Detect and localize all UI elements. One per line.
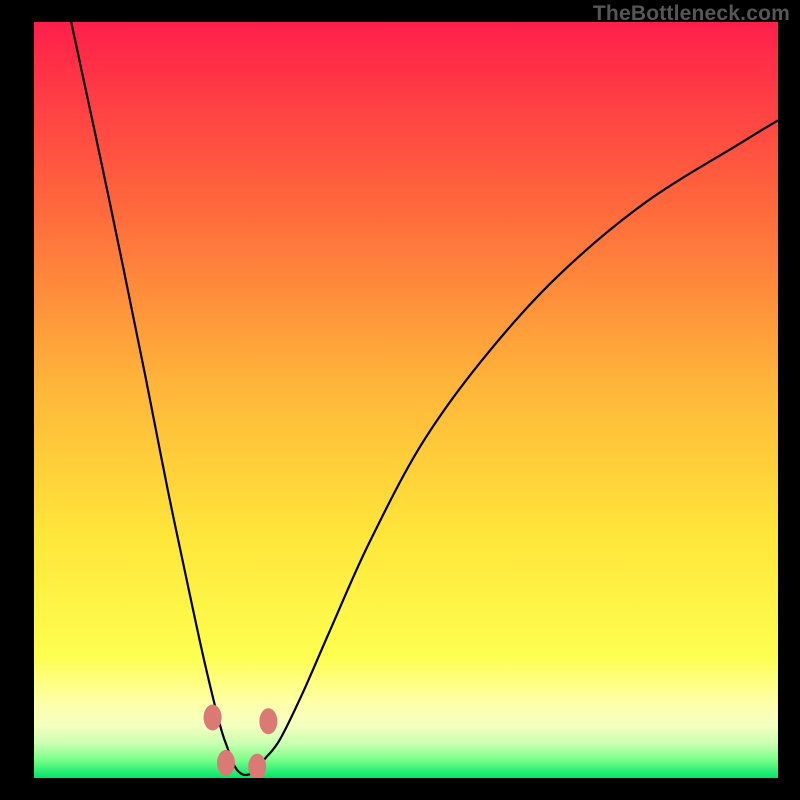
plot-svg (34, 22, 778, 778)
heat-gradient (34, 22, 778, 778)
plot-area (34, 22, 778, 778)
curve-marker (217, 750, 235, 776)
watermark-text: TheBottleneck.com (593, 2, 790, 26)
chart-frame: TheBottleneck.com (0, 0, 800, 800)
curve-marker (259, 708, 277, 734)
curve-marker (204, 705, 222, 731)
